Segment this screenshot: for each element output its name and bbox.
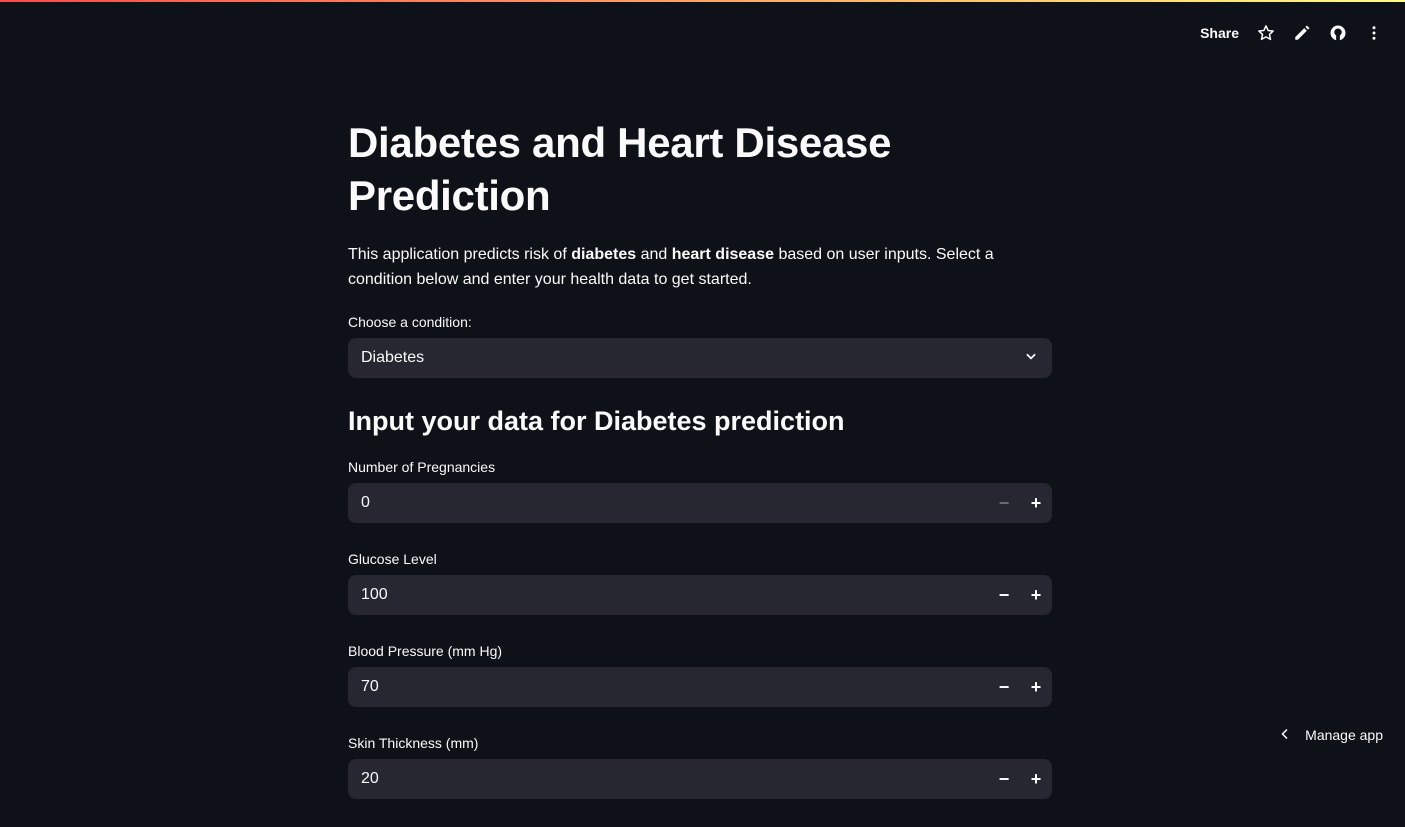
condition-label: Choose a condition: — [348, 314, 1052, 330]
star-icon[interactable] — [1257, 24, 1275, 42]
pencil-icon[interactable] — [1293, 24, 1311, 42]
pregnancies-field: Number of Pregnancies 0−+ — [348, 459, 1052, 523]
skin-thickness-field: Skin Thickness (mm) 20−+ — [348, 735, 1052, 799]
field-label: Glucose Level — [348, 551, 1052, 567]
decrement-button[interactable]: − — [988, 493, 1020, 514]
chevron-left-icon — [1279, 727, 1291, 743]
blood-pressure-input[interactable]: 70 — [361, 678, 988, 696]
top-decoration-bar — [0, 0, 1405, 2]
increment-button[interactable]: + — [1020, 493, 1052, 514]
page-title: Diabetes and Heart Disease Prediction — [348, 116, 1052, 222]
intro-text: This application predicts risk of diabet… — [348, 242, 1052, 292]
field-label: Number of Pregnancies — [348, 459, 1052, 475]
section-title: Input your data for Diabetes prediction — [348, 406, 1052, 437]
field-label: Blood Pressure (mm Hg) — [348, 643, 1052, 659]
toolbar: Share — [1200, 24, 1383, 42]
more-vertical-icon[interactable] — [1365, 24, 1383, 42]
condition-select[interactable]: Diabetes — [348, 338, 1052, 378]
increment-button[interactable]: + — [1020, 769, 1052, 790]
decrement-button[interactable]: − — [988, 677, 1020, 698]
manage-app-button[interactable]: Manage app — [1279, 727, 1383, 743]
increment-button[interactable]: + — [1020, 585, 1052, 606]
chevron-down-icon — [1024, 349, 1038, 368]
blood-pressure-field: Blood Pressure (mm Hg) 70−+ — [348, 643, 1052, 707]
skin-thickness-input[interactable]: 20 — [361, 770, 988, 788]
decrement-button[interactable]: − — [988, 769, 1020, 790]
glucose-field: Glucose Level 100−+ — [348, 551, 1052, 615]
condition-value: Diabetes — [361, 349, 424, 367]
field-label: Skin Thickness (mm) — [348, 735, 1052, 751]
pregnancies-input[interactable]: 0 — [361, 494, 988, 512]
increment-button[interactable]: + — [1020, 677, 1052, 698]
github-icon[interactable] — [1329, 24, 1347, 42]
main-content: Diabetes and Heart Disease Prediction Th… — [348, 116, 1052, 827]
decrement-button[interactable]: − — [988, 585, 1020, 606]
glucose-input[interactable]: 100 — [361, 586, 988, 604]
manage-app-label: Manage app — [1305, 727, 1383, 743]
share-button[interactable]: Share — [1200, 25, 1239, 41]
